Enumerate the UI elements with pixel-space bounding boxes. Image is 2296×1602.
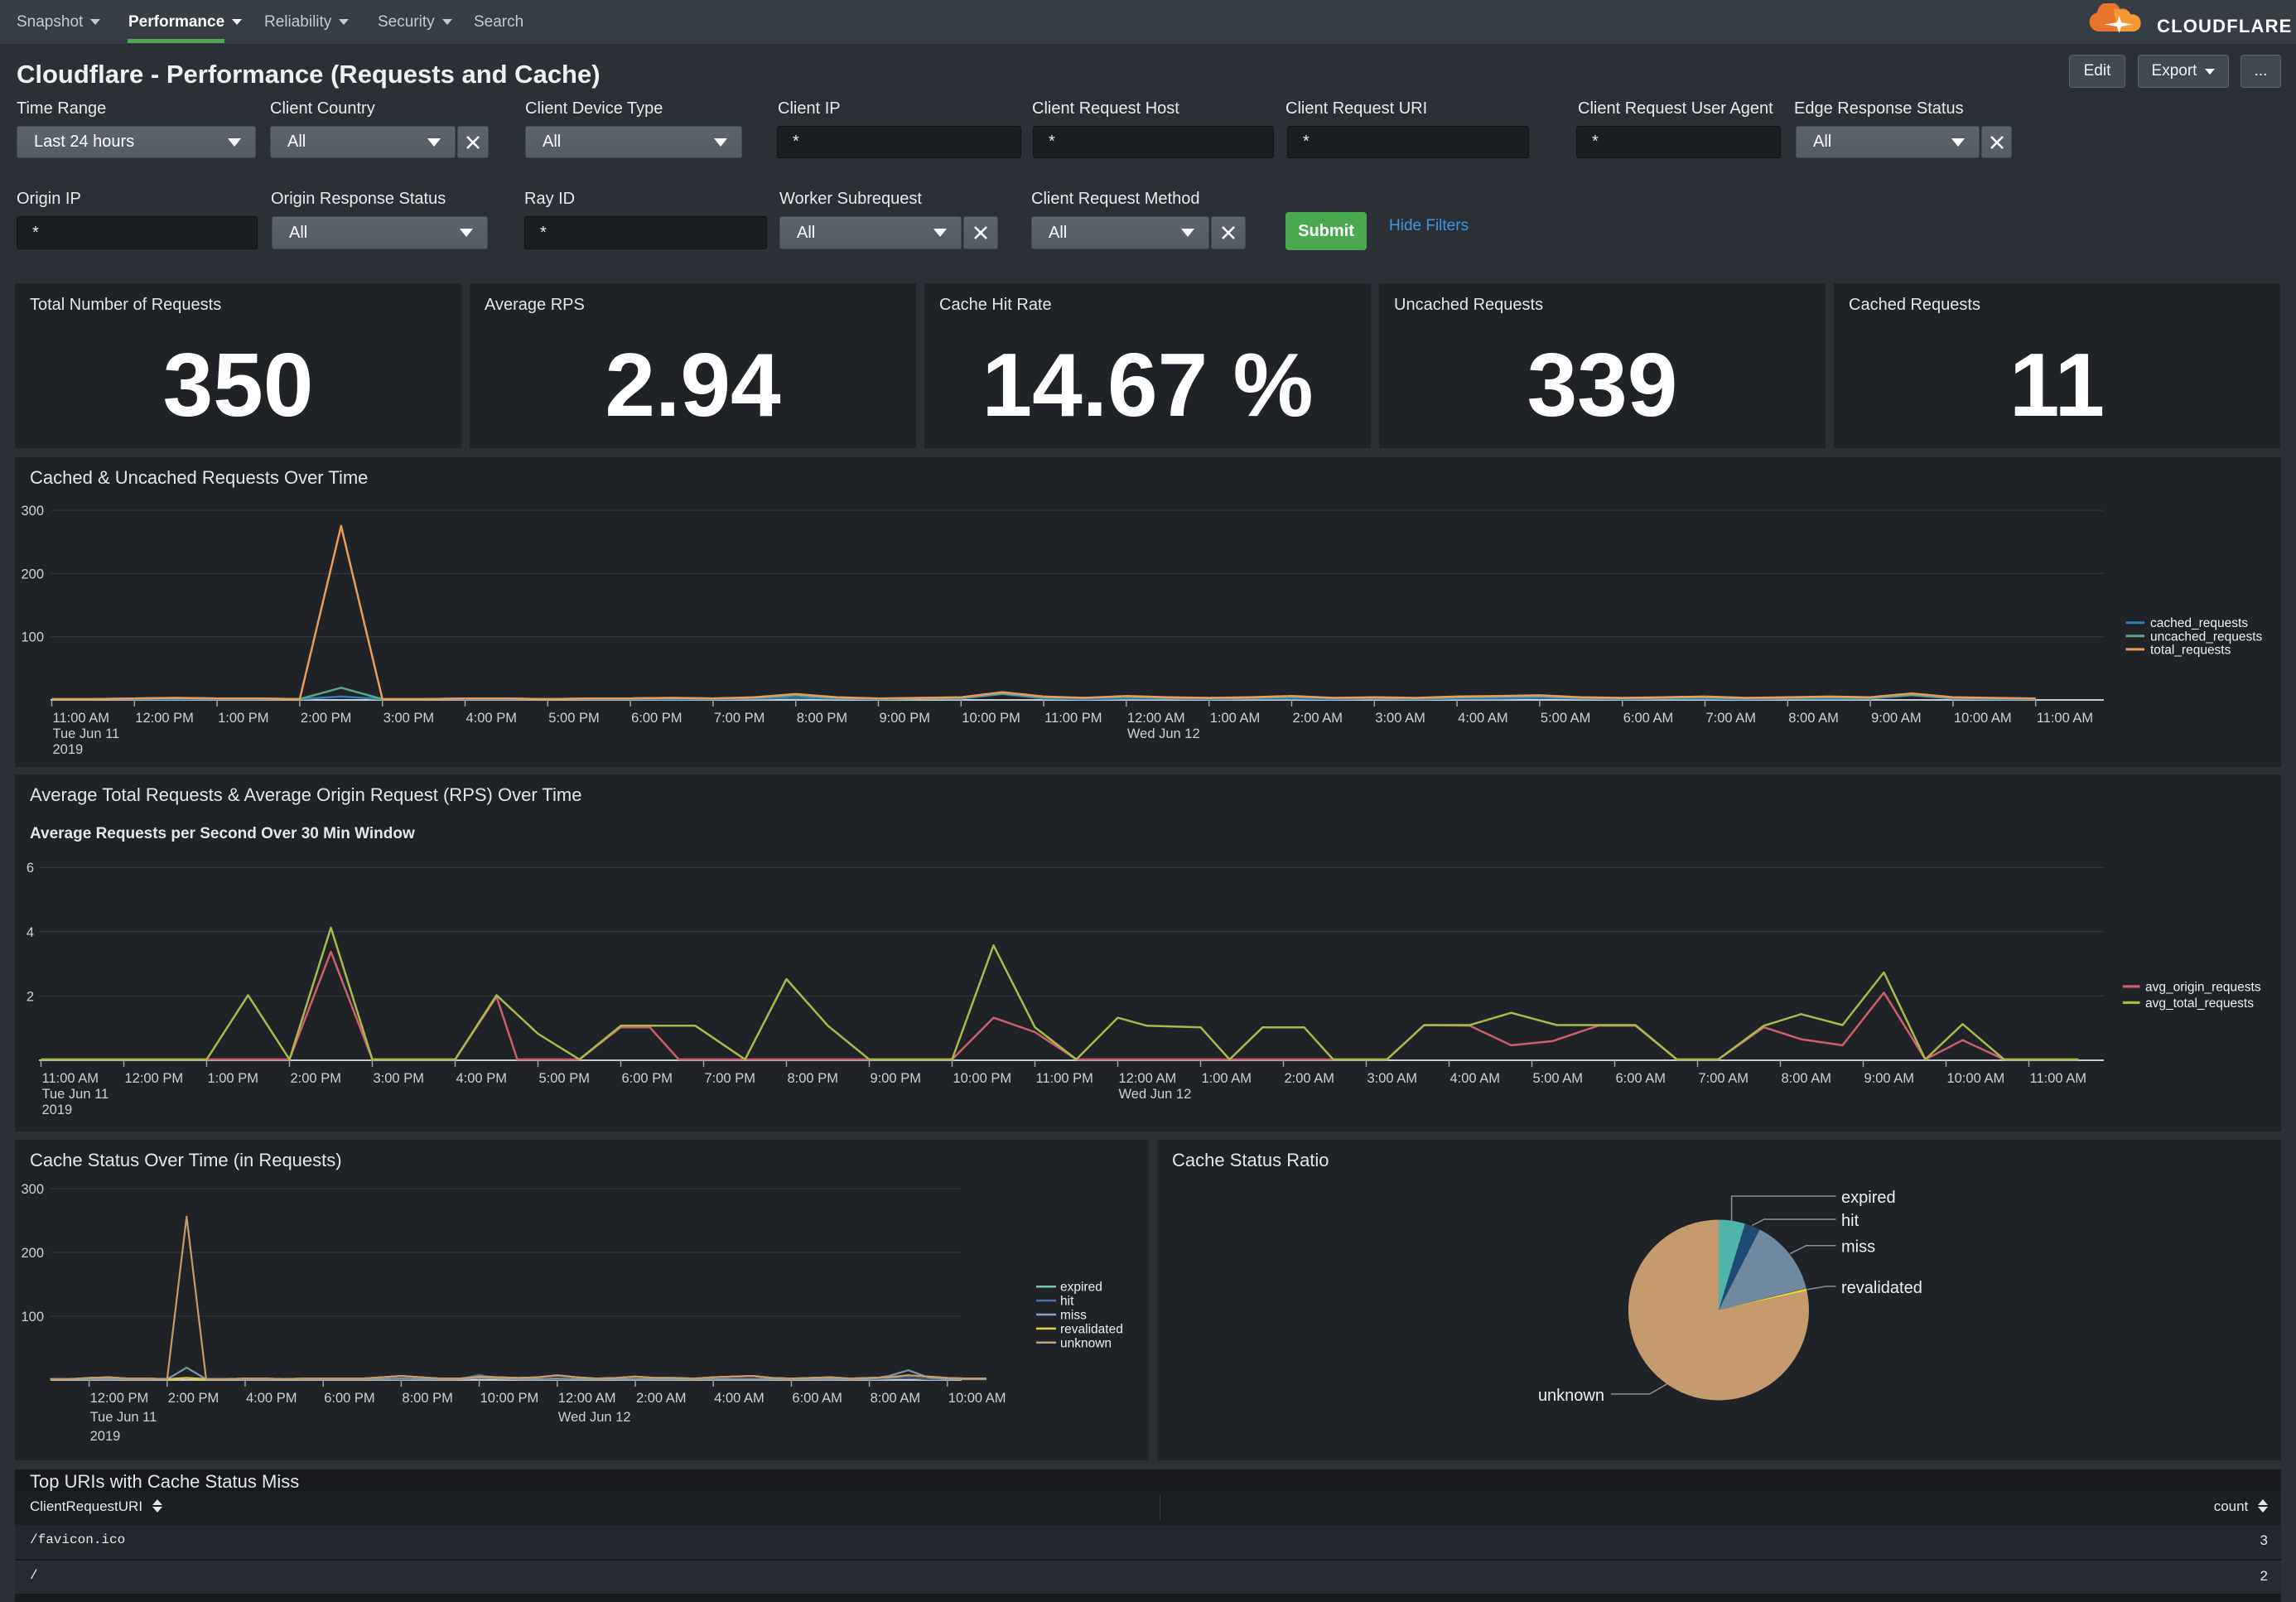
svg-text:300: 300 xyxy=(21,1182,44,1197)
svg-text:7:00 PM: 7:00 PM xyxy=(714,711,765,726)
svg-text:2019: 2019 xyxy=(53,742,84,757)
svg-text:5:00 AM: 5:00 AM xyxy=(1541,711,1591,726)
svg-text:unknown: unknown xyxy=(1060,1336,1112,1350)
svg-text:hit: hit xyxy=(1841,1212,1859,1230)
svg-text:Wed Jun 12: Wed Jun 12 xyxy=(1127,726,1200,741)
svg-text:6:00 AM: 6:00 AM xyxy=(792,1391,842,1406)
svg-text:8:00 AM: 8:00 AM xyxy=(1782,1071,1832,1086)
svg-text:7:00 PM: 7:00 PM xyxy=(705,1071,755,1086)
svg-text:revalidated: revalidated xyxy=(1841,1279,1922,1297)
svg-text:Tue Jun 11: Tue Jun 11 xyxy=(90,1410,157,1425)
svg-text:2:00 AM: 2:00 AM xyxy=(1293,711,1343,726)
svg-text:4:00 AM: 4:00 AM xyxy=(1458,711,1508,726)
svg-text:1:00 AM: 1:00 AM xyxy=(1202,1071,1252,1086)
svg-text:7:00 AM: 7:00 AM xyxy=(1706,711,1757,726)
svg-text:12:00 AM: 12:00 AM xyxy=(558,1391,616,1406)
svg-text:expired: expired xyxy=(1060,1281,1102,1295)
svg-text:1:00 PM: 1:00 PM xyxy=(218,711,268,726)
svg-text:6:00 PM: 6:00 PM xyxy=(324,1391,374,1406)
svg-text:7:00 AM: 7:00 AM xyxy=(1699,1071,1749,1086)
svg-text:4:00 AM: 4:00 AM xyxy=(714,1391,765,1406)
svg-text:6:00 AM: 6:00 AM xyxy=(1616,1071,1667,1086)
svg-text:avg_origin_requests: avg_origin_requests xyxy=(2145,980,2261,994)
svg-text:8:00 PM: 8:00 PM xyxy=(788,1071,838,1086)
svg-text:6:00 PM: 6:00 PM xyxy=(631,711,682,726)
svg-text:Tue Jun 11: Tue Jun 11 xyxy=(53,726,120,741)
svg-text:11:00 PM: 11:00 PM xyxy=(1044,711,1102,726)
svg-text:11:00 PM: 11:00 PM xyxy=(1036,1071,1093,1086)
svg-text:uncached_requests: uncached_requests xyxy=(2150,630,2263,644)
svg-text:expired: expired xyxy=(1841,1189,1896,1207)
svg-text:5:00 AM: 5:00 AM xyxy=(1533,1071,1584,1086)
svg-text:3:00 AM: 3:00 AM xyxy=(1367,1071,1418,1086)
svg-text:avg_total_requests: avg_total_requests xyxy=(2145,996,2254,1011)
svg-text:2:00 AM: 2:00 AM xyxy=(636,1391,687,1406)
svg-text:unknown: unknown xyxy=(1538,1387,1604,1405)
svg-text:1:00 PM: 1:00 PM xyxy=(208,1071,258,1086)
svg-text:8:00 PM: 8:00 PM xyxy=(402,1391,452,1406)
svg-text:Wed Jun 12: Wed Jun 12 xyxy=(558,1410,631,1425)
svg-text:12:00 PM: 12:00 PM xyxy=(135,711,194,726)
svg-text:6:00 PM: 6:00 PM xyxy=(622,1071,673,1086)
svg-text:revalidated: revalidated xyxy=(1060,1322,1123,1336)
svg-text:Tue Jun 11: Tue Jun 11 xyxy=(42,1087,109,1102)
svg-text:3:00 AM: 3:00 AM xyxy=(1375,711,1425,726)
svg-text:9:00 PM: 9:00 PM xyxy=(871,1071,921,1086)
svg-text:6: 6 xyxy=(27,861,34,876)
svg-text:4:00 PM: 4:00 PM xyxy=(466,711,517,726)
svg-text:miss: miss xyxy=(1060,1309,1087,1323)
svg-text:12:00 AM: 12:00 AM xyxy=(1119,1071,1177,1086)
svg-text:2:00 AM: 2:00 AM xyxy=(1285,1071,1335,1086)
svg-text:8:00 PM: 8:00 PM xyxy=(797,711,847,726)
svg-text:9:00 PM: 9:00 PM xyxy=(880,711,930,726)
svg-text:2019: 2019 xyxy=(90,1429,121,1444)
svg-text:100: 100 xyxy=(21,1310,44,1325)
svg-text:6:00 AM: 6:00 AM xyxy=(1623,711,1674,726)
svg-text:300: 300 xyxy=(21,504,44,519)
svg-text:10:00 AM: 10:00 AM xyxy=(948,1391,1006,1406)
svg-text:12:00 AM: 12:00 AM xyxy=(1127,711,1185,726)
svg-text:cached_requests: cached_requests xyxy=(2150,616,2248,630)
svg-text:9:00 AM: 9:00 AM xyxy=(1871,711,1922,726)
svg-text:5:00 PM: 5:00 PM xyxy=(539,1071,590,1086)
svg-text:4:00 PM: 4:00 PM xyxy=(246,1391,297,1406)
svg-text:2:00 PM: 2:00 PM xyxy=(301,711,351,726)
svg-text:12:00 PM: 12:00 PM xyxy=(90,1391,149,1406)
svg-text:11:00 AM: 11:00 AM xyxy=(2037,711,2094,726)
svg-text:8:00 AM: 8:00 AM xyxy=(871,1391,921,1406)
svg-text:10:00 PM: 10:00 PM xyxy=(480,1391,539,1406)
svg-text:11:00 AM: 11:00 AM xyxy=(2030,1071,2087,1086)
svg-text:miss: miss xyxy=(1841,1238,1875,1257)
svg-text:10:00 AM: 10:00 AM xyxy=(1947,1071,2005,1086)
svg-text:5:00 PM: 5:00 PM xyxy=(548,711,599,726)
svg-text:total_requests: total_requests xyxy=(2150,643,2231,657)
svg-text:200: 200 xyxy=(21,567,44,581)
svg-text:200: 200 xyxy=(21,1246,44,1261)
svg-text:1:00 AM: 1:00 AM xyxy=(1210,711,1261,726)
svg-text:Wed Jun 12: Wed Jun 12 xyxy=(1119,1087,1192,1102)
svg-text:100: 100 xyxy=(21,630,44,645)
svg-text:10:00 PM: 10:00 PM xyxy=(953,1071,1012,1086)
svg-text:2:00 PM: 2:00 PM xyxy=(168,1391,219,1406)
svg-text:10:00 PM: 10:00 PM xyxy=(962,711,1020,726)
svg-text:3:00 PM: 3:00 PM xyxy=(383,711,434,726)
svg-text:11:00 AM: 11:00 AM xyxy=(53,711,110,726)
svg-text:hit: hit xyxy=(1060,1295,1074,1309)
svg-text:8:00 AM: 8:00 AM xyxy=(1788,711,1839,726)
svg-text:2019: 2019 xyxy=(42,1103,73,1117)
svg-text:9:00 AM: 9:00 AM xyxy=(1864,1071,1915,1086)
svg-text:2:00 PM: 2:00 PM xyxy=(291,1071,341,1086)
svg-text:4:00 PM: 4:00 PM xyxy=(456,1071,507,1086)
svg-text:10:00 AM: 10:00 AM xyxy=(1954,711,2012,726)
svg-text:3:00 PM: 3:00 PM xyxy=(374,1071,424,1086)
svg-text:11:00 AM: 11:00 AM xyxy=(42,1071,99,1086)
svg-text:4: 4 xyxy=(27,925,34,940)
svg-text:2: 2 xyxy=(27,989,34,1004)
svg-text:12:00 PM: 12:00 PM xyxy=(125,1071,184,1086)
svg-text:4:00 AM: 4:00 AM xyxy=(1450,1071,1501,1086)
